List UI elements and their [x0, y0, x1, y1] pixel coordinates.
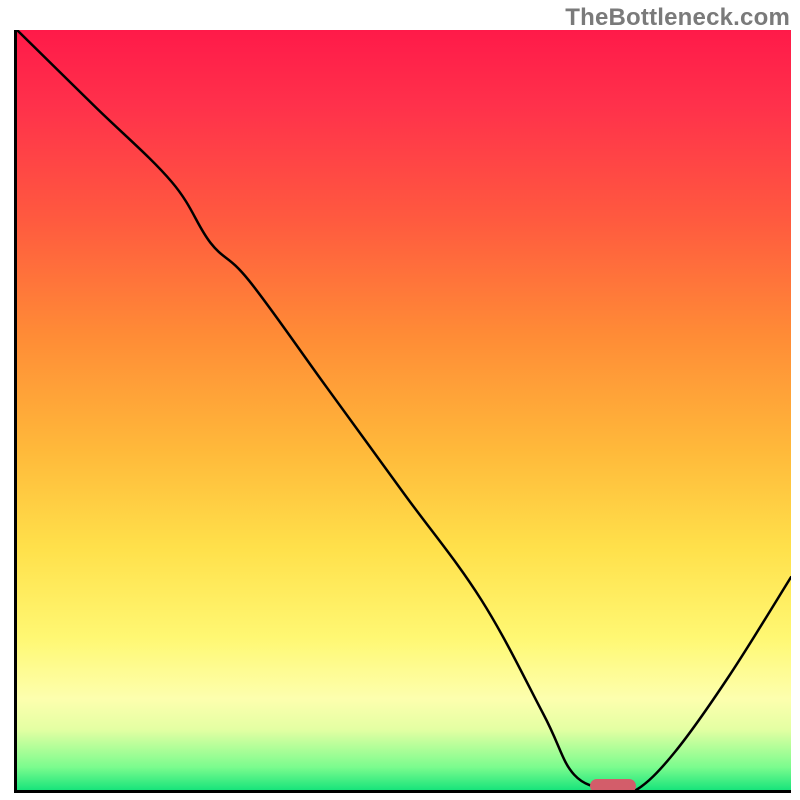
plot-area: [14, 30, 791, 793]
bottleneck-curve: [17, 30, 791, 790]
chart-container: TheBottleneck.com: [0, 0, 800, 800]
optimal-marker: [590, 779, 636, 793]
attribution-watermark: TheBottleneck.com: [565, 4, 790, 32]
